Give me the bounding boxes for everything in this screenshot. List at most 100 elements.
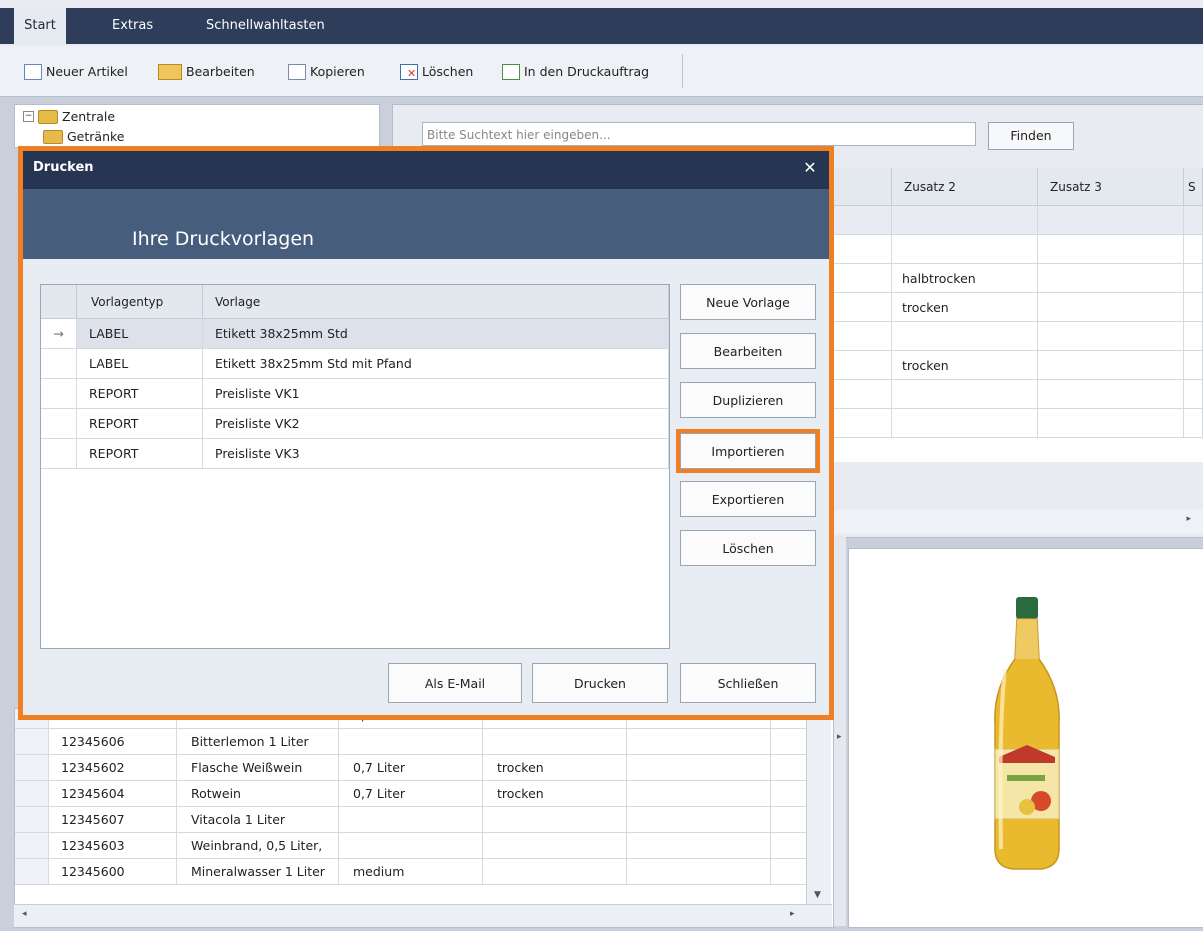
cell-zusatz2[interactable] <box>892 409 1038 438</box>
cell-name[interactable]: Rotwein <box>177 781 339 807</box>
cell-name[interactable]: Weinbrand, 0,5 Liter, <box>177 833 339 859</box>
find-button[interactable]: Finden <box>988 122 1074 150</box>
cell-zusatz3[interactable] <box>1038 380 1184 409</box>
tab-schnellwahltasten[interactable]: Schnellwahltasten <box>192 8 339 44</box>
cell-zusatz1[interactable] <box>339 833 483 859</box>
table-row[interactable]: 12345604 Rotwein 0,7 Liter trocken <box>15 781 833 807</box>
cell-name[interactable]: Flasche Weißwein <box>177 755 339 781</box>
table-cell[interactable] <box>834 264 892 293</box>
cell-zusatz2[interactable] <box>483 807 627 833</box>
row-indicator[interactable] <box>15 807 49 833</box>
table-cell[interactable] <box>1184 293 1203 322</box>
vertical-scrollbar[interactable]: ▼ <box>806 708 831 904</box>
delete-button[interactable]: ✕ Löschen <box>400 63 473 81</box>
cell-zusatz3[interactable] <box>1038 322 1184 351</box>
table-cell[interactable] <box>1184 235 1203 264</box>
cell-zusatz1[interactable] <box>339 729 483 755</box>
cell-article-number[interactable]: 12345606 <box>49 729 177 755</box>
table-row[interactable]: 12345602 Flasche Weißwein 0,7 Liter trocken <box>15 755 833 781</box>
table-cell[interactable] <box>627 729 771 755</box>
cell-zusatz2[interactable] <box>483 833 627 859</box>
column-header-zusatz3[interactable]: Zusatz 3 <box>1038 168 1184 206</box>
table-row[interactable]: 12345607 Vitacola 1 Liter <box>15 807 833 833</box>
table-cell[interactable] <box>627 781 771 807</box>
cell-name[interactable]: Mineralwasser 1 Liter <box>177 859 339 885</box>
cell-zusatz3[interactable] <box>1038 235 1184 264</box>
cell-zusatz2[interactable]: trocken <box>483 781 627 807</box>
cell-article-number[interactable]: 12345604 <box>49 781 177 807</box>
column-header-s[interactable]: S <box>1184 168 1203 206</box>
cell-name[interactable]: Vitacola 1 Liter <box>177 807 339 833</box>
cell-name[interactable]: Bitterlemon 1 Liter <box>177 729 339 755</box>
cell-zusatz1[interactable]: 0,7 Liter <box>339 781 483 807</box>
cell-zusatz3[interactable] <box>1038 409 1184 438</box>
table-cell[interactable] <box>834 293 892 322</box>
row-indicator[interactable] <box>15 755 49 781</box>
table-cell[interactable] <box>1184 322 1203 351</box>
cell-article-number[interactable]: 12345607 <box>49 807 177 833</box>
table-row[interactable]: 12345600 Mineralwasser 1 Liter medium <box>15 859 833 885</box>
table-cell[interactable] <box>627 833 771 859</box>
edit-button[interactable]: Bearbeiten <box>158 63 255 81</box>
new-article-button[interactable]: Neuer Artikel <box>24 63 128 81</box>
table-cell[interactable] <box>834 380 892 409</box>
cell-zusatz2[interactable] <box>483 859 627 885</box>
row-indicator[interactable] <box>15 859 49 885</box>
cell-zusatz2[interactable]: halbtrocken <box>892 264 1038 293</box>
cell-zusatz2[interactable] <box>892 322 1038 351</box>
cell-zusatz3[interactable] <box>1038 264 1184 293</box>
tree-node-zentrale[interactable]: − Zentrale <box>23 109 115 124</box>
table-cell[interactable] <box>834 351 892 380</box>
tab-extras[interactable]: Extras <box>98 8 167 44</box>
row-indicator[interactable] <box>15 833 49 859</box>
table-cell[interactable] <box>834 206 892 235</box>
table-cell[interactable] <box>834 409 892 438</box>
cell-zusatz2[interactable]: trocken <box>483 755 627 781</box>
table-cell[interactable] <box>1184 351 1203 380</box>
table-cell[interactable] <box>627 755 771 781</box>
splitter-arrow-icon[interactable]: ▸ <box>837 732 842 742</box>
row-indicator[interactable] <box>15 729 49 755</box>
cell-article-number[interactable]: 12345602 <box>49 755 177 781</box>
cell-zusatz1[interactable]: 0,7 Liter <box>339 755 483 781</box>
horizontal-scrollbar[interactable]: ▸ <box>834 510 1203 534</box>
horizontal-scrollbar-bottom[interactable]: ◂ ▸ <box>14 904 832 927</box>
collapse-icon[interactable]: − <box>23 111 34 122</box>
table-cell[interactable] <box>1184 380 1203 409</box>
scroll-right-icon[interactable]: ▸ <box>1186 514 1191 524</box>
cell-zusatz2[interactable]: trocken <box>892 293 1038 322</box>
column-header-zusatz2[interactable]: Zusatz 2 <box>892 168 1038 206</box>
scroll-down-icon[interactable]: ▼ <box>814 890 821 900</box>
cell-zusatz2[interactable]: trocken <box>892 351 1038 380</box>
panel-splitter[interactable]: ▸ <box>834 536 846 926</box>
table-cell[interactable] <box>627 859 771 885</box>
cell-zusatz3[interactable] <box>1038 206 1184 235</box>
row-indicator[interactable] <box>15 781 49 807</box>
table-cell[interactable] <box>1184 206 1203 235</box>
scroll-left-icon[interactable]: ◂ <box>22 909 27 919</box>
cell-zusatz2[interactable] <box>892 206 1038 235</box>
copy-button[interactable]: Kopieren <box>288 63 365 81</box>
cell-zusatz2[interactable] <box>892 380 1038 409</box>
cell-zusatz3[interactable] <box>1038 293 1184 322</box>
cell-article-number[interactable]: 12345603 <box>49 833 177 859</box>
scroll-right-icon[interactable]: ▸ <box>790 909 795 919</box>
search-input[interactable]: Bitte Suchtext hier eingeben... <box>422 122 976 146</box>
cell-zusatz1[interactable] <box>339 807 483 833</box>
tree-node-getraenke[interactable]: Getränke <box>43 129 124 144</box>
print-job-button[interactable]: In den Druckauftrag <box>502 63 649 81</box>
tab-start[interactable]: Start <box>14 8 66 44</box>
column-header[interactable] <box>834 168 892 206</box>
cell-zusatz2[interactable] <box>483 729 627 755</box>
cell-zusatz1[interactable]: medium <box>339 859 483 885</box>
cell-zusatz2[interactable] <box>892 235 1038 264</box>
table-row[interactable]: 12345603 Weinbrand, 0,5 Liter, <box>15 833 833 859</box>
table-cell[interactable] <box>627 807 771 833</box>
cell-zusatz3[interactable] <box>1038 351 1184 380</box>
table-row[interactable]: 12345606 Bitterlemon 1 Liter <box>15 729 833 755</box>
table-cell[interactable] <box>1184 264 1203 293</box>
table-cell[interactable] <box>834 235 892 264</box>
table-cell[interactable] <box>1184 409 1203 438</box>
cell-article-number[interactable]: 12345600 <box>49 859 177 885</box>
table-cell[interactable] <box>834 322 892 351</box>
